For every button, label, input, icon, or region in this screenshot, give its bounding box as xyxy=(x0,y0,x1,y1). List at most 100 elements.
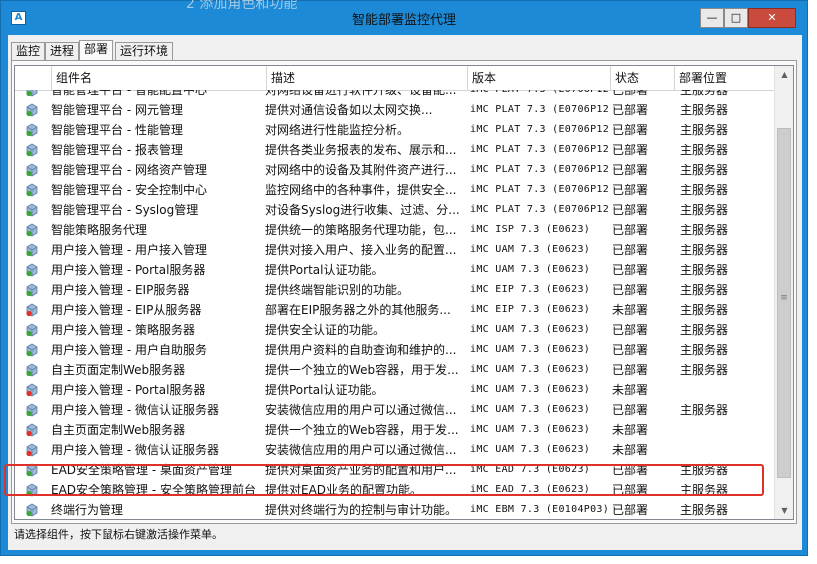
header-location[interactable]: 部署位置 xyxy=(675,66,775,90)
list-rows: 智能管理平台 - 智能配置中心 对网络设备进行软件升级、设备配... iMC PLA… xyxy=(15,90,775,519)
component-location: 主服务器 xyxy=(680,243,729,257)
component-description: 安装微信应用的用户可以通过微信... xyxy=(265,403,457,417)
component-description: 提供安全认证的功能。 xyxy=(265,323,386,337)
component-name: 智能策略服务代理 xyxy=(51,223,148,237)
component-location: 主服务器 xyxy=(680,143,729,157)
component-location: 主服务器 xyxy=(680,403,729,417)
table-row[interactable]: 智能管理平台 - 网元管理 提供对通信设备如以太网交换... iMC PLAT 7.… xyxy=(15,100,775,120)
component-name: 智能管理平台 - 网元管理 xyxy=(51,103,183,117)
component-status: 已部署 xyxy=(612,203,649,217)
header-status[interactable]: 状态 xyxy=(611,66,675,90)
table-row[interactable]: 用户接入管理 - 微信认证服务器 安装微信应用的用户可以通过微信... iMC UA… xyxy=(15,400,775,420)
table-row[interactable]: 用户接入管理 - Portal服务器 提供Portal认证功能。 iMC UAM 7… xyxy=(15,380,775,400)
component-name: 用户接入管理 - 微信认证服务器 xyxy=(51,403,219,417)
undeployed-component-icon xyxy=(26,303,38,317)
component-name: 智能管理平台 - 智能配置中心 xyxy=(51,90,207,97)
component-location: 主服务器 xyxy=(680,103,729,117)
component-name: 自主页面定制Web服务器 xyxy=(51,423,186,437)
component-description: 提供一个独立的Web容器，用于发... xyxy=(265,423,459,437)
component-description: 提供对通信设备如以太网交换... xyxy=(265,103,433,117)
component-status: 未部署 xyxy=(612,303,649,317)
component-status: 已部署 xyxy=(612,343,649,357)
header-name[interactable]: 组件名 xyxy=(52,66,267,90)
deployed-component-icon xyxy=(26,143,38,157)
deployed-component-icon xyxy=(26,403,38,417)
close-button[interactable]: ✕ xyxy=(748,8,796,28)
component-location: 主服务器 xyxy=(680,343,729,357)
component-description: 对网络进行性能监控分析。 xyxy=(265,123,410,137)
component-location: 主服务器 xyxy=(680,223,729,237)
component-status: 已部署 xyxy=(612,143,649,157)
component-version: iMC UAM 7.3 (E0623) xyxy=(470,264,591,275)
component-status: 已部署 xyxy=(612,223,649,237)
component-name: 终端行为管理 xyxy=(51,503,124,517)
deployed-component-icon xyxy=(26,123,38,137)
scroll-down-icon[interactable]: ▼ xyxy=(775,502,793,519)
deployed-component-icon xyxy=(26,243,38,257)
undeployed-component-icon xyxy=(26,443,38,457)
component-version: iMC UAM 7.3 (E0623) xyxy=(470,324,591,335)
deployed-component-icon xyxy=(26,203,38,217)
table-row[interactable]: 智能管理平台 - 智能配置中心 对网络设备进行软件升级、设备配... iMC PLA… xyxy=(15,90,775,100)
title-bar[interactable]: 2 添加角色和功能 A 智能部署监控代理 — □ ✕ xyxy=(1,0,807,35)
table-row[interactable]: 智能策略服务代理 提供统一的策略服务代理功能，包... iMC ISP 7.3 (E… xyxy=(15,220,775,240)
component-location xyxy=(680,420,770,440)
tab-runtime-env[interactable]: 运行环境 xyxy=(115,42,174,60)
scroll-thumb[interactable]: ≡ xyxy=(777,128,791,478)
component-version: iMC PLAT 7.3 (E0706P12) xyxy=(470,164,610,175)
component-name: 用户接入管理 - 策略服务器 xyxy=(51,323,195,337)
table-row[interactable]: 智能管理平台 - 报表管理 提供各类业务报表的发布、展示和... iMC PLAT … xyxy=(15,140,775,160)
component-version: iMC PLAT 7.3 (E0706P12) xyxy=(470,90,610,100)
component-description: 对设备Syslog进行收集、过滤、分... xyxy=(265,203,460,217)
table-row[interactable]: 自主页面定制Web服务器 提供一个独立的Web容器，用于发... iMC UAM 7… xyxy=(15,360,775,380)
tab-deploy[interactable]: 部署 xyxy=(79,40,114,61)
table-row[interactable]: 用户接入管理 - 用户接入管理 提供对接入用户、接入业务的配置... iMC UAM… xyxy=(15,240,775,260)
component-version: iMC PLAT 7.3 (E0706P12) xyxy=(470,104,610,115)
table-row[interactable]: 用户接入管理 - EIP服务器 提供终端智能识别的功能。 iMC EIP 7.3 (… xyxy=(15,280,775,300)
component-name: 用户接入管理 - Portal服务器 xyxy=(51,263,206,277)
component-name: 智能管理平台 - 性能管理 xyxy=(51,123,183,137)
component-version: iMC UAM 7.3 (E0623) xyxy=(470,344,591,355)
table-row[interactable]: 智能管理平台 - 网络资产管理 对网络中的设备及其附件资产进行... iMC PLA… xyxy=(15,160,775,180)
scroll-up-icon[interactable]: ▲ xyxy=(775,66,793,83)
vertical-scrollbar[interactable]: ▲ ≡ ▼ xyxy=(774,66,793,519)
table-row[interactable]: 用户接入管理 - Portal服务器 提供Portal认证功能。 iMC UAM 7… xyxy=(15,260,775,280)
table-row[interactable]: 智能管理平台 - 性能管理 对网络进行性能监控分析。 iMC PLAT 7.3 (E… xyxy=(15,120,775,140)
table-row[interactable]: 用户接入管理 - EIP从服务器 部署在EIP服务器之外的其他服务... iMC E… xyxy=(15,300,775,320)
grip-icon: ≡ xyxy=(780,293,788,303)
tab-monitor[interactable]: 监控 xyxy=(11,42,46,60)
component-location xyxy=(680,440,770,460)
component-description: 部署在EIP服务器之外的其他服务... xyxy=(265,303,451,317)
component-name: 智能管理平台 - 网络资产管理 xyxy=(51,163,207,177)
component-description: 提供统一的策略服务代理功能，包... xyxy=(265,223,457,237)
table-row[interactable]: 用户接入管理 - 用户自助服务 提供用户资料的自助查询和维护的... iMC UAM… xyxy=(15,340,775,360)
deployed-component-icon xyxy=(26,263,38,277)
component-status: 已部署 xyxy=(612,503,649,517)
table-row[interactable]: 智能管理平台 - 安全控制中心 监控网络中的各种事件，提供安全... iMC PLA… xyxy=(15,180,775,200)
component-location: 主服务器 xyxy=(680,363,729,377)
component-list[interactable]: 组件名 描述 版本 状态 部署位置 智能管理平台 - 智能配置中心 对网络设备进行… xyxy=(14,65,794,520)
table-row[interactable]: 自主页面定制Web服务器 提供一个独立的Web容器，用于发... iMC UAM 7… xyxy=(15,420,775,440)
component-status: 已部署 xyxy=(612,243,649,257)
component-version: iMC UAM 7.3 (E0623) xyxy=(470,364,591,375)
table-row[interactable]: 用户接入管理 - 微信认证服务器 安装微信应用的用户可以通过微信... iMC UA… xyxy=(15,440,775,460)
component-status: 未部署 xyxy=(612,423,649,437)
table-row[interactable]: 用户接入管理 - 策略服务器 提供安全认证的功能。 iMC UAM 7.3 (E06… xyxy=(15,320,775,340)
deployed-component-icon xyxy=(26,223,38,237)
component-location: 主服务器 xyxy=(680,183,729,197)
component-version: iMC UAM 7.3 (E0623) xyxy=(470,444,591,455)
component-status: 已部署 xyxy=(612,323,649,337)
component-description: 提供对接入用户、接入业务的配置... xyxy=(265,243,457,257)
component-version: iMC UAM 7.3 (E0623) xyxy=(470,384,591,395)
table-row[interactable]: 智能管理平台 - Syslog管理 对设备Syslog进行收集、过滤、分... iM… xyxy=(15,200,775,220)
deployed-component-icon xyxy=(26,363,38,377)
component-status: 已部署 xyxy=(612,90,649,97)
component-location: 主服务器 xyxy=(680,163,729,177)
component-name: 用户接入管理 - 微信认证服务器 xyxy=(51,443,219,457)
tab-process[interactable]: 进程 xyxy=(45,42,80,60)
maximize-button[interactable]: □ xyxy=(724,8,748,28)
header-version[interactable]: 版本 xyxy=(468,66,611,90)
table-row[interactable]: 终端行为管理 提供对终端行为的控制与审计功能。 iMC EBM 7.3 (E0104… xyxy=(15,500,775,519)
minimize-button[interactable]: — xyxy=(700,8,724,28)
header-description[interactable]: 描述 xyxy=(267,66,468,90)
